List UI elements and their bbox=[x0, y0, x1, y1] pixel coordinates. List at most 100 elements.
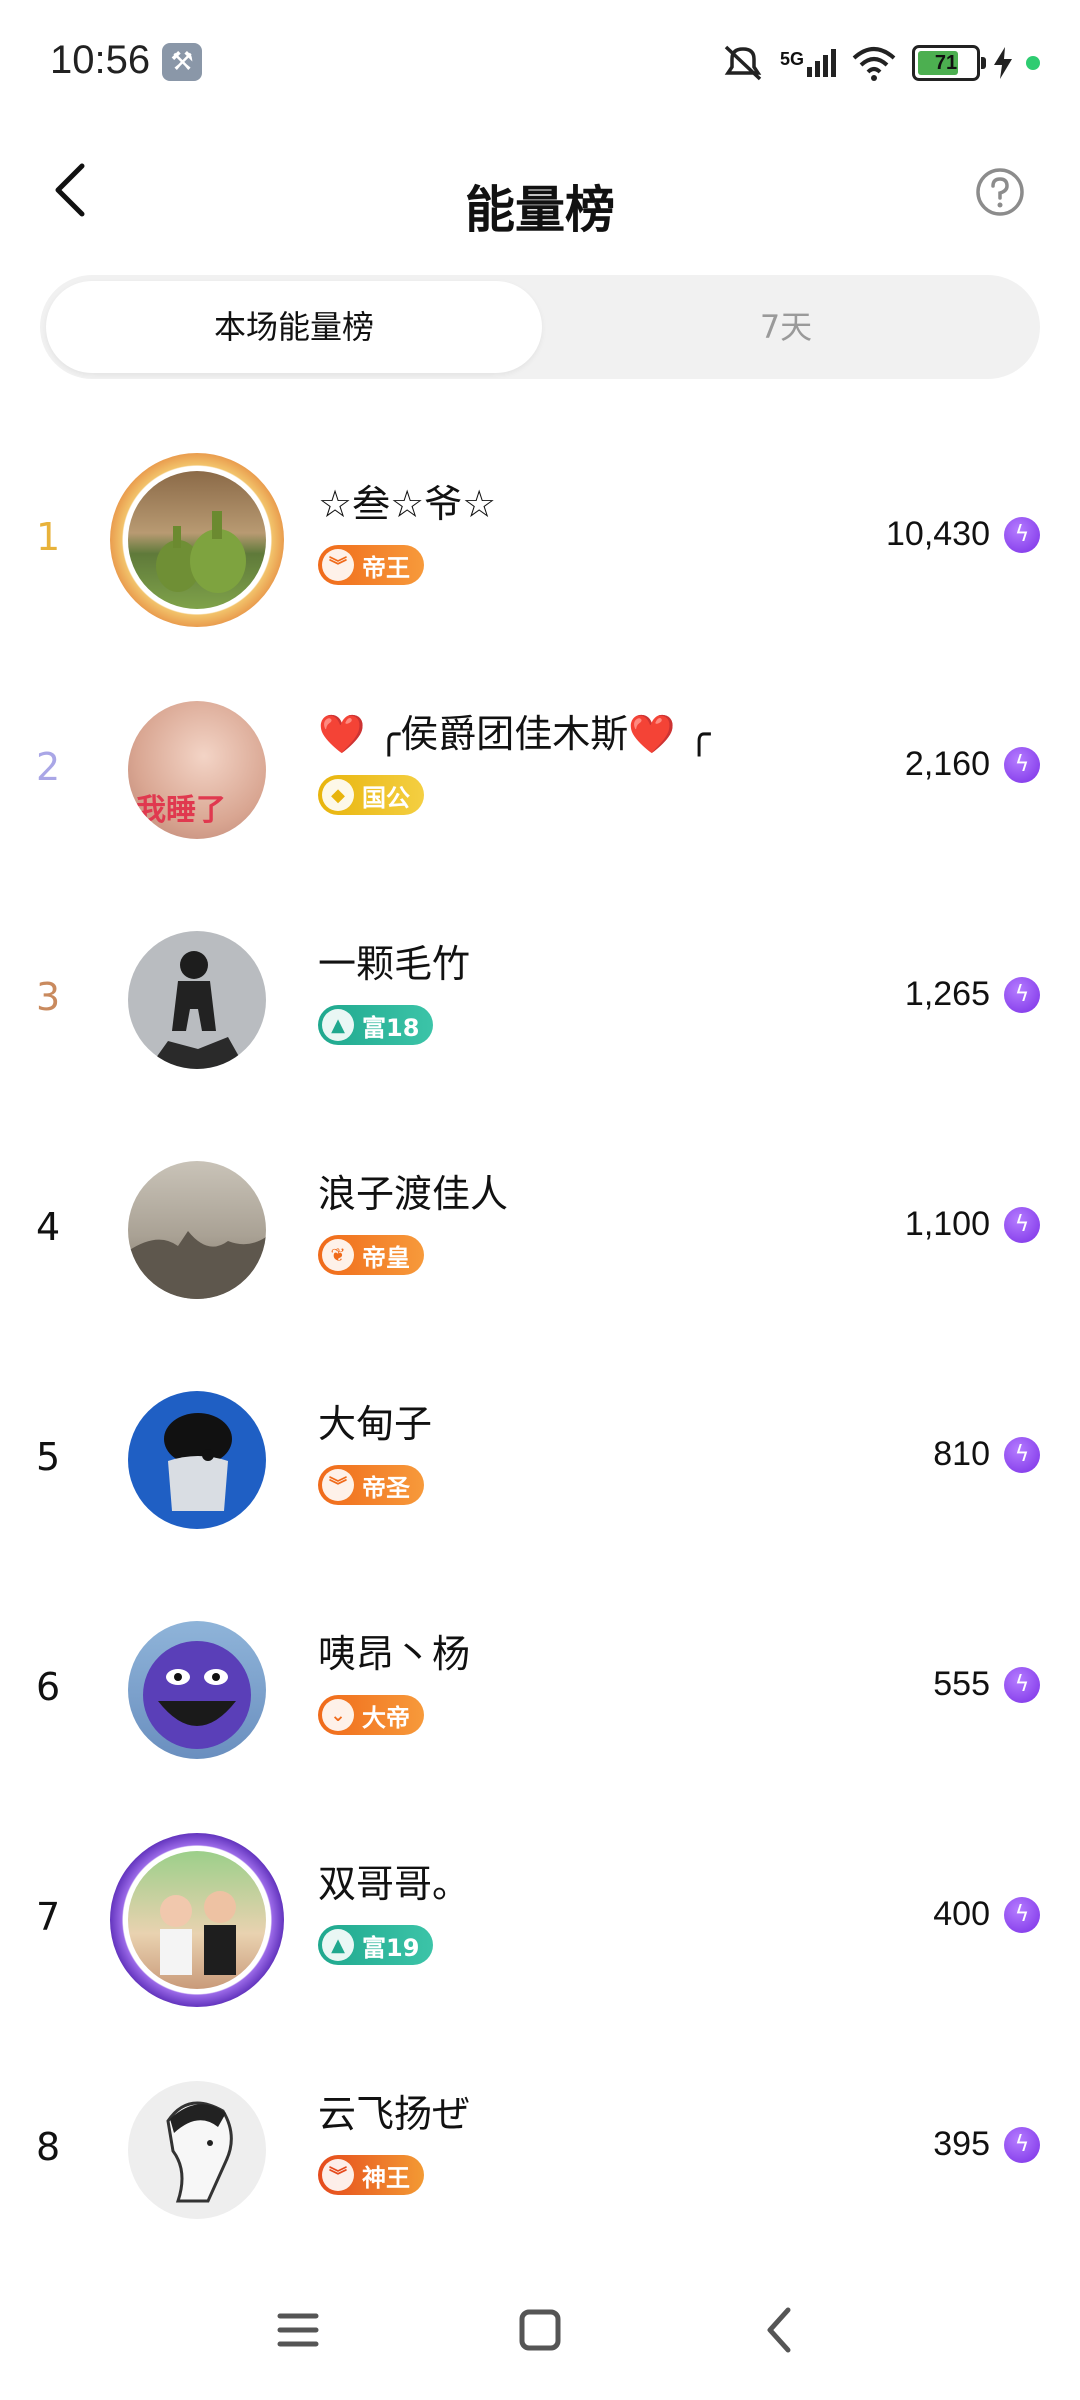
battery-icon: 71 bbox=[912, 45, 986, 81]
avatar bbox=[128, 1621, 266, 1759]
charging-icon bbox=[994, 47, 1012, 79]
energy-bolt-icon: ϟ bbox=[1004, 1437, 1040, 1473]
badge-label: 帝皇 bbox=[362, 1243, 410, 1272]
avatar bbox=[128, 1391, 266, 1529]
header: 能量榜 bbox=[0, 130, 1080, 280]
user-name: 一颗毛竹 bbox=[318, 942, 471, 986]
rank-number: 8 bbox=[36, 2125, 61, 2169]
rank-number: 5 bbox=[36, 1435, 61, 1479]
tab-switcher: 本场能量榜 7天 bbox=[40, 275, 1040, 379]
rank-number: 3 bbox=[36, 975, 61, 1019]
energy-bolt-icon: ϟ bbox=[1004, 517, 1040, 553]
home-button[interactable] bbox=[500, 2290, 580, 2370]
user-name: 双哥哥。 bbox=[318, 1862, 471, 1906]
energy-bolt-icon: ϟ bbox=[1004, 747, 1040, 783]
leaderboard-row[interactable]: 3 一颗毛竹 ▲ 富18 1,265 ϟ bbox=[0, 885, 1080, 1115]
badge-label: 大帝 bbox=[362, 1703, 410, 1732]
rank-badge: ︾ 神王 bbox=[318, 2155, 424, 2195]
leaderboard-row[interactable]: 5 大甸子 ︾ 帝圣 810 ϟ bbox=[0, 1345, 1080, 1575]
rank-number: 2 bbox=[36, 745, 61, 789]
wings-icon: ❦ bbox=[322, 1239, 354, 1271]
energy-score: 1,265 bbox=[904, 975, 990, 1013]
leaderboard-row[interactable]: 1 ☆叁☆爷☆ ︾ 帝王 10,430 ϟ bbox=[0, 425, 1080, 655]
avatar bbox=[128, 2081, 266, 2219]
user-name: ❤️ ╭侯爵团佳木斯❤️ ╭ bbox=[318, 712, 711, 756]
triangle-icon: ▲ bbox=[322, 1929, 354, 1961]
user-name: 浪子渡佳人 bbox=[318, 1172, 509, 1216]
leaderboard-list: 1 ☆叁☆爷☆ ︾ 帝王 10,430 ϟ 2 我睡了 ❤️ ╭侯爵团佳木斯❤️… bbox=[0, 425, 1080, 2265]
chevron-stack-icon: ︾ bbox=[322, 549, 354, 581]
privacy-indicator-dot bbox=[1026, 56, 1040, 70]
energy-bolt-icon: ϟ bbox=[1004, 2127, 1040, 2163]
user-name: 云飞扬ぜ bbox=[318, 2092, 471, 2136]
leaderboard-row[interactable]: 2 我睡了 ❤️ ╭侯爵团佳木斯❤️ ╭ ◆ 国公 2,160 ϟ bbox=[0, 655, 1080, 885]
menu-icon bbox=[277, 2313, 319, 2347]
rank-number: 7 bbox=[36, 1895, 61, 1939]
badge-label: 富19 bbox=[362, 1933, 420, 1962]
question-circle-icon bbox=[976, 168, 1024, 216]
help-button[interactable] bbox=[960, 152, 1040, 232]
energy-score: 555 bbox=[933, 1665, 990, 1703]
badge-label: 富18 bbox=[362, 1013, 420, 1042]
rank-badge: ❦ 帝皇 bbox=[318, 1235, 424, 1275]
avatar: 我睡了 bbox=[128, 701, 266, 839]
badge-label: 帝圣 bbox=[362, 1473, 410, 1502]
status-bar: 10:56 ⚒ 5G 71 bbox=[0, 0, 1080, 130]
diamond-icon: ◆ bbox=[322, 779, 354, 811]
badge-label: 帝王 bbox=[362, 553, 410, 582]
page-title: 能量榜 bbox=[465, 181, 615, 239]
avatar bbox=[128, 931, 266, 1069]
rank-badge: ︾ 帝圣 bbox=[318, 1465, 424, 1505]
signal-5g: 5G bbox=[780, 49, 836, 77]
back-nav-button[interactable] bbox=[742, 2290, 822, 2370]
network-label: 5G bbox=[779, 49, 804, 69]
wrench-icon: ⚒ bbox=[162, 43, 202, 81]
energy-bolt-icon: ϟ bbox=[1004, 977, 1040, 1013]
user-name: 咦昂丶杨 bbox=[318, 1632, 471, 1676]
square-icon bbox=[519, 2309, 561, 2351]
leaderboard-row[interactable]: 4 浪子渡佳人 ❦ 帝皇 1,100 ϟ bbox=[0, 1115, 1080, 1345]
tab-current-session[interactable]: 本场能量榜 bbox=[46, 281, 542, 373]
badge-label: 神王 bbox=[362, 2163, 410, 2192]
tab-7-days[interactable]: 7天 bbox=[538, 281, 1034, 373]
energy-bolt-icon: ϟ bbox=[1004, 1667, 1040, 1703]
rank-number: 6 bbox=[36, 1665, 61, 1709]
rank-number: 4 bbox=[36, 1205, 61, 1249]
avatar bbox=[128, 1851, 266, 1989]
status-time: 10:56 bbox=[50, 38, 151, 82]
energy-score: 2,160 bbox=[904, 745, 990, 783]
avatar bbox=[128, 1161, 266, 1299]
energy-score: 400 bbox=[933, 1895, 990, 1933]
badge-label: 国公 bbox=[362, 783, 410, 812]
avatar-text: 我睡了 bbox=[136, 793, 226, 828]
user-name: ☆叁☆爷☆ bbox=[318, 482, 497, 526]
energy-score: 1,100 bbox=[904, 1205, 990, 1243]
energy-score: 810 bbox=[933, 1435, 990, 1473]
energy-score: 395 bbox=[933, 2125, 990, 2163]
rank-badge: ▲ 富18 bbox=[318, 1005, 434, 1045]
leaderboard-row[interactable]: 8 云飞扬ぜ ︾ 神王 395 ϟ bbox=[0, 2035, 1080, 2265]
battery-level: 71 bbox=[934, 52, 958, 74]
leaderboard-row[interactable]: 7 双哥哥。 ▲ 富19 400 ϟ bbox=[0, 1805, 1080, 2035]
triangle-icon: ▲ bbox=[322, 1009, 354, 1041]
rank-number: 1 bbox=[36, 515, 61, 559]
chevron-stack-icon: ︾ bbox=[322, 2159, 354, 2191]
rank-badge: ⌄ 大帝 bbox=[318, 1695, 424, 1735]
avatar bbox=[128, 471, 266, 609]
system-nav-bar bbox=[0, 2260, 1080, 2400]
energy-bolt-icon: ϟ bbox=[1004, 1897, 1040, 1933]
rank-badge: ▲ 富19 bbox=[318, 1925, 434, 1965]
rank-badge: ︾ 帝王 bbox=[318, 545, 424, 585]
menu-button[interactable] bbox=[258, 2290, 338, 2370]
user-name: 大甸子 bbox=[318, 1402, 433, 1446]
chevron-left-icon bbox=[767, 2307, 791, 2353]
wifi-icon bbox=[852, 47, 896, 81]
chevron-stack-icon: ︾ bbox=[322, 1469, 354, 1501]
mute-icon bbox=[724, 45, 762, 81]
chevron-down-icon: ⌄ bbox=[322, 1699, 354, 1731]
leaderboard-row[interactable]: 6 咦昂丶杨 ⌄ 大帝 555 ϟ bbox=[0, 1575, 1080, 1805]
energy-bolt-icon: ϟ bbox=[1004, 1207, 1040, 1243]
energy-score: 10,430 bbox=[886, 515, 990, 553]
rank-badge: ◆ 国公 bbox=[318, 775, 424, 815]
status-icons: 5G 71 bbox=[720, 40, 1040, 86]
